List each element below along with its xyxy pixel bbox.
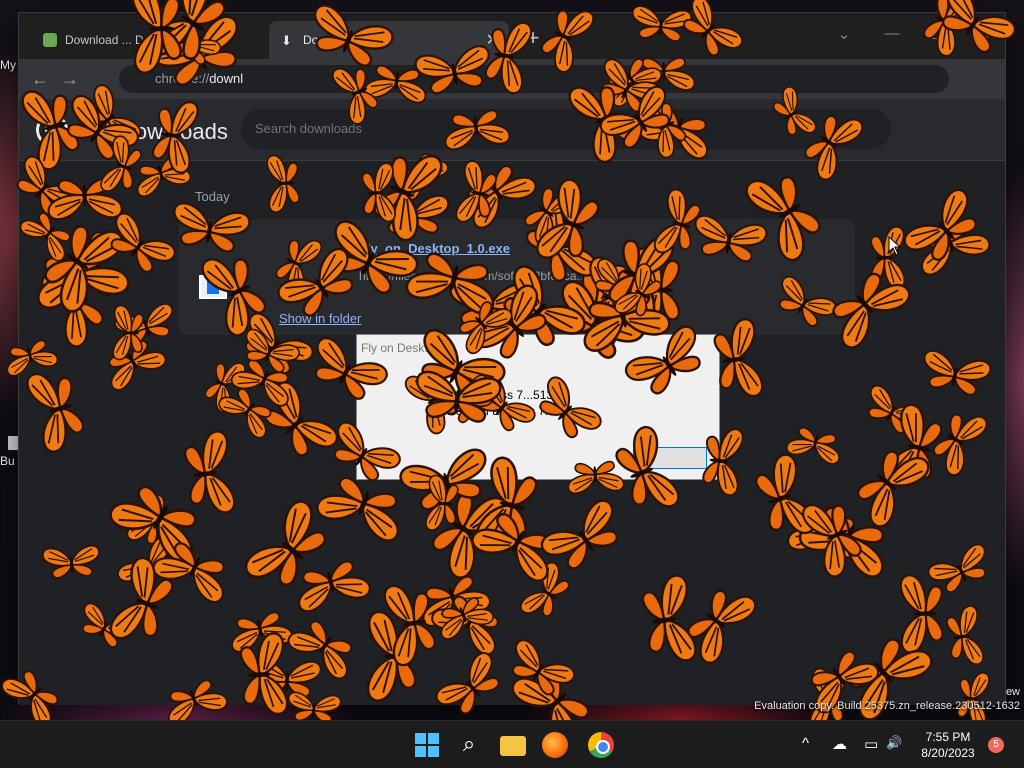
exe-file-icon xyxy=(199,275,227,299)
search-downloads-input[interactable] xyxy=(241,109,891,149)
show-hidden-icons-chevron[interactable]: ^ xyxy=(802,735,809,752)
windows-logo-icon xyxy=(428,746,439,757)
mouse-cursor-icon xyxy=(888,236,902,256)
desktop-icon-bu[interactable]: Bu xyxy=(0,436,20,468)
close-window-button[interactable]: ✕ xyxy=(969,25,999,43)
downloads-header: Downloads xyxy=(19,99,1005,161)
chrome-taskbar-icon[interactable] xyxy=(588,732,614,758)
tab-label: Download ... Deskto xyxy=(65,33,173,47)
dialog-message: ...at address 7...5131... Read of addres… xyxy=(447,387,707,419)
minimize-button[interactable]: — xyxy=(877,25,907,42)
url-scheme: chrome:// xyxy=(155,71,210,86)
ok-button[interactable] xyxy=(633,447,707,469)
clock-date: 8/20/2023 xyxy=(921,746,975,760)
dialog-title: Fly on Desk... xyxy=(361,341,435,355)
system-clock[interactable]: 7:55 PM 8/20/2023 xyxy=(912,729,984,761)
clock-time: 7:55 PM xyxy=(925,730,971,744)
page-title: Downloads xyxy=(119,119,228,144)
dialog-message-line: Read of address 7... xyxy=(447,404,556,418)
file-explorer-icon[interactable] xyxy=(500,736,526,756)
error-dialog: Fly on Desk... ...at address 7...5131...… xyxy=(356,334,720,480)
download-item: Fly_on_Desktop_1.0.exe https://files.sof… xyxy=(179,219,855,335)
dialog-message-line: ...at address 7...5131... xyxy=(447,388,570,402)
new-tab-button[interactable]: + xyxy=(519,25,547,53)
forward-button[interactable]: → xyxy=(57,67,83,93)
desktop-icon-label: My xyxy=(0,58,16,72)
browser-toolbar: ← → chrome://downl xyxy=(19,59,1005,99)
windows-logo-icon xyxy=(428,733,439,744)
tab-downloads[interactable]: ⬇ Downl ✕ xyxy=(269,21,509,59)
url-path: downl xyxy=(209,71,244,86)
firefox-icon[interactable] xyxy=(542,732,568,758)
watermark-build: Evaluation copy. Build 25375.zn_release.… xyxy=(754,700,1020,712)
file-icon xyxy=(8,436,18,450)
address-bar[interactable]: chrome://downl xyxy=(119,65,949,93)
taskbar: ⌕ ^ ☁ ▭ 🔊 7:55 PM 8/20/2023 5 xyxy=(0,720,1024,768)
desktop-icon-my[interactable]: My xyxy=(0,58,20,72)
volume-icon[interactable]: 🔊 xyxy=(886,735,902,751)
taskbar-search-icon[interactable]: ⌕ xyxy=(456,732,482,758)
tab-strip: Download ... Deskto ⬇ Downl ✕ + ⌄ — ☐ ✕ xyxy=(19,13,1005,59)
back-button[interactable]: ← xyxy=(27,67,53,93)
watermark-edition: ew xyxy=(1005,686,1020,698)
network-icon[interactable]: ▭ xyxy=(864,735,878,753)
show-in-folder-link[interactable]: Show in folder xyxy=(279,311,361,326)
date-label: Today xyxy=(195,189,230,204)
download-source-url[interactable]: https://files.softpedia.com/soft32/2bf86… xyxy=(359,269,653,283)
maximize-button[interactable]: ☐ xyxy=(923,25,953,43)
desktop-icon-label: Bu xyxy=(0,454,15,468)
site-favicon-icon xyxy=(43,33,57,47)
notification-badge[interactable]: 5 xyxy=(988,737,1004,753)
tab-download-fly-on-desktop[interactable]: Download ... Deskto xyxy=(31,21,261,59)
close-tab-icon[interactable]: ✕ xyxy=(486,30,499,50)
tab-search-icon[interactable]: ⌄ xyxy=(829,25,859,43)
start-button[interactable] xyxy=(414,732,440,758)
onedrive-icon[interactable]: ☁ xyxy=(832,735,847,753)
download-icon: ⬇ xyxy=(281,33,292,48)
chrome-logo-icon xyxy=(39,117,65,143)
tab-label: Downl xyxy=(303,33,337,47)
windows-logo-icon xyxy=(415,746,426,757)
windows-logo-icon xyxy=(415,733,426,744)
download-file-name[interactable]: Fly_on_Desktop_1.0.exe xyxy=(359,241,510,256)
